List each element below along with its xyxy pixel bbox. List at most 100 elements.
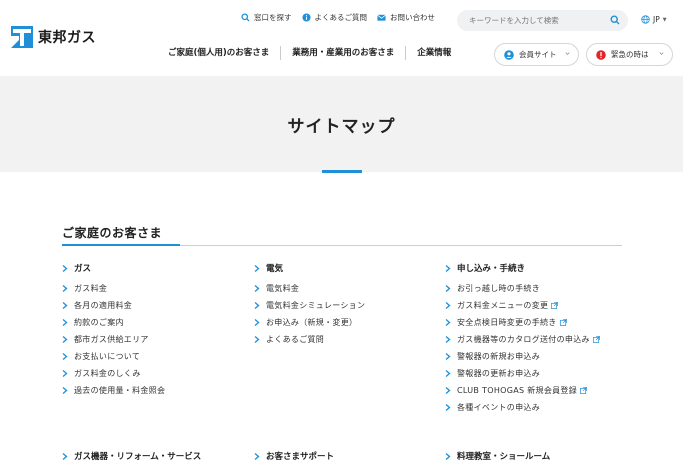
- search-icon: [610, 15, 620, 25]
- list-item[interactable]: 都市ガス供給エリア: [62, 331, 252, 348]
- user-icon: [504, 49, 514, 60]
- list-item[interactable]: よくあるご質問: [254, 331, 444, 348]
- column-heading-label: ガス: [74, 264, 92, 274]
- util-link-label: 窓口を探す: [254, 13, 292, 22]
- list-item[interactable]: ガス機器等のカタログ送付の申込み: [445, 331, 665, 348]
- search-icon: [241, 13, 250, 22]
- list-item[interactable]: ガス料金: [62, 280, 252, 297]
- column-heading-gas[interactable]: ガス: [62, 262, 252, 274]
- chevron-right-icon: [62, 452, 68, 460]
- list-item-label: 都市ガス供給エリア: [74, 335, 149, 344]
- column-heading-electricity[interactable]: 電気: [254, 262, 444, 274]
- list-item[interactable]: 安全点検日時変更の手続き: [445, 314, 665, 331]
- chevron-right-icon: [445, 319, 451, 326]
- list-item[interactable]: お引っ越し時の手続き: [445, 280, 665, 297]
- chevron-right-icon: [445, 353, 451, 360]
- chevron-right-icon: [62, 302, 68, 309]
- list-item[interactable]: 電気料金シミュレーション: [254, 297, 444, 314]
- util-link-faq[interactable]: よくあるご質問: [301, 12, 368, 23]
- list-item-label: 各月の適用料金: [74, 301, 133, 310]
- chevron-down-icon: [659, 52, 664, 55]
- list-item-label: ガス料金メニューの変更: [457, 301, 549, 310]
- list-item-label: CLUB TOHOGAS 新規会員登録: [457, 386, 578, 395]
- chevron-right-icon: [62, 336, 68, 343]
- list-item[interactable]: 警報器の更新お申込み: [445, 365, 665, 382]
- chevron-right-icon: [254, 302, 260, 309]
- sitemap-column-gas: ガス ガス料金 各月の適用料金 約款のご案内 都市ガス供給エリア お支払いについ…: [62, 262, 252, 399]
- logo-mark-icon: [11, 26, 33, 48]
- gnav-item-corporate[interactable]: 企業情報: [406, 46, 462, 60]
- list-item[interactable]: 各月の適用料金: [62, 297, 252, 314]
- list-item[interactable]: お支払いについて: [62, 348, 252, 365]
- list-item[interactable]: 約款のご案内: [62, 314, 252, 331]
- section-divider-accent: [62, 244, 180, 246]
- search-submit-button[interactable]: [610, 15, 620, 28]
- util-link-contact[interactable]: お問い合わせ: [377, 12, 435, 23]
- emergency-label: 緊急の時は: [611, 50, 649, 59]
- list-item-label: お支払いについて: [74, 352, 141, 361]
- column-heading-appliances[interactable]: ガス機器・リフォーム・サービス: [62, 450, 201, 462]
- util-link-find-counter[interactable]: 窓口を探す: [241, 12, 292, 23]
- page-title: サイトマップ: [287, 117, 396, 137]
- list-item[interactable]: ガス料金メニューの変更: [445, 297, 665, 314]
- util-link-label: よくあるご質問: [314, 13, 368, 22]
- list-item-label: お申込み（新規・変更）: [266, 318, 358, 327]
- list-item[interactable]: お申込み（新規・変更）: [254, 314, 444, 331]
- chevron-right-icon: [445, 452, 451, 460]
- list-item-label: お引っ越し時の手続き: [457, 284, 540, 293]
- column-heading-label: 申し込み・手続き: [457, 264, 526, 274]
- gnav-item-business[interactable]: 業務用・産業用のお客さま: [281, 46, 407, 60]
- list-item-label: 約款のご案内: [74, 318, 124, 327]
- list-item-label: 電気料金: [266, 284, 300, 293]
- logo[interactable]: 東邦ガス: [11, 26, 96, 48]
- chevron-right-icon: [254, 336, 260, 343]
- chevron-right-icon: [62, 319, 68, 326]
- list-item[interactable]: 警報器の新規お申込み: [445, 348, 665, 365]
- chevron-right-icon: [445, 285, 451, 292]
- list-item[interactable]: 各種イベントの申込み: [445, 399, 665, 416]
- globe-icon: [641, 15, 650, 24]
- column-heading-procedures[interactable]: 申し込み・手続き: [445, 262, 665, 274]
- external-link-icon: [551, 302, 559, 309]
- column-heading-label: ガス機器・リフォーム・サービス: [74, 452, 202, 462]
- search-box: [457, 10, 628, 31]
- alert-icon: [596, 49, 606, 60]
- column-heading-label: 電気: [266, 264, 284, 274]
- list-item-label: 過去の使用量・料金照会: [74, 386, 166, 395]
- emergency-button[interactable]: 緊急の時は: [586, 43, 673, 66]
- chevron-right-icon: [254, 452, 260, 460]
- list-item-label: 安全点検日時変更の手続き: [457, 318, 557, 327]
- title-underline: [322, 170, 362, 173]
- chevron-right-icon: [62, 264, 68, 272]
- chevron-down-icon: ▼: [662, 16, 667, 23]
- chevron-right-icon: [445, 264, 451, 272]
- section-title: ご家庭のお客さま: [62, 226, 163, 240]
- global-nav: ご家庭(個人用)のお客さま 業務用・産業用のお客さま 企業情報: [168, 46, 462, 60]
- sitemap-column-procedures: 申し込み・手続き お引っ越し時の手続き ガス料金メニューの変更 安全点検日時変更…: [445, 262, 665, 416]
- external-link-icon: [559, 319, 567, 326]
- language-selector[interactable]: JP ▼: [641, 15, 667, 24]
- chevron-right-icon: [62, 353, 68, 360]
- chevron-right-icon: [445, 404, 451, 411]
- column-heading-support[interactable]: お客さまサポート: [254, 450, 334, 462]
- chevron-right-icon: [62, 285, 68, 292]
- member-site-label: 会員サイト: [519, 50, 557, 59]
- column-heading-cooking[interactable]: 料理教室・ショールーム: [445, 450, 550, 462]
- sitemap-column-electricity: 電気 電気料金 電気料金シミュレーション お申込み（新規・変更） よくあるご質問: [254, 262, 444, 348]
- hero-banner: サイトマップ: [0, 76, 683, 172]
- list-item-label: 警報器の新規お申込み: [457, 352, 540, 361]
- list-item[interactable]: 電気料金: [254, 280, 444, 297]
- chevron-right-icon: [445, 336, 451, 343]
- site-header: 東邦ガス 窓口を探す よくあるご質問 お問い合わせ JP ▼ ご家庭(個人用)の…: [0, 0, 683, 76]
- list-item-label: 警報器の更新お申込み: [457, 369, 540, 378]
- language-label: JP: [653, 15, 660, 24]
- list-item[interactable]: ガス料金のしくみ: [62, 365, 252, 382]
- list-item[interactable]: 過去の使用量・料金照会: [62, 382, 252, 399]
- gnav-item-household[interactable]: ご家庭(個人用)のお客さま: [168, 46, 282, 60]
- chevron-right-icon: [62, 370, 68, 377]
- list-item[interactable]: CLUB TOHOGAS 新規会員登録: [445, 382, 665, 399]
- column-heading-label: 料理教室・ショールーム: [457, 452, 551, 462]
- member-site-button[interactable]: 会員サイト: [494, 43, 579, 66]
- list-item-label: 電気料金シミュレーション: [266, 301, 366, 310]
- search-input[interactable]: [469, 16, 607, 25]
